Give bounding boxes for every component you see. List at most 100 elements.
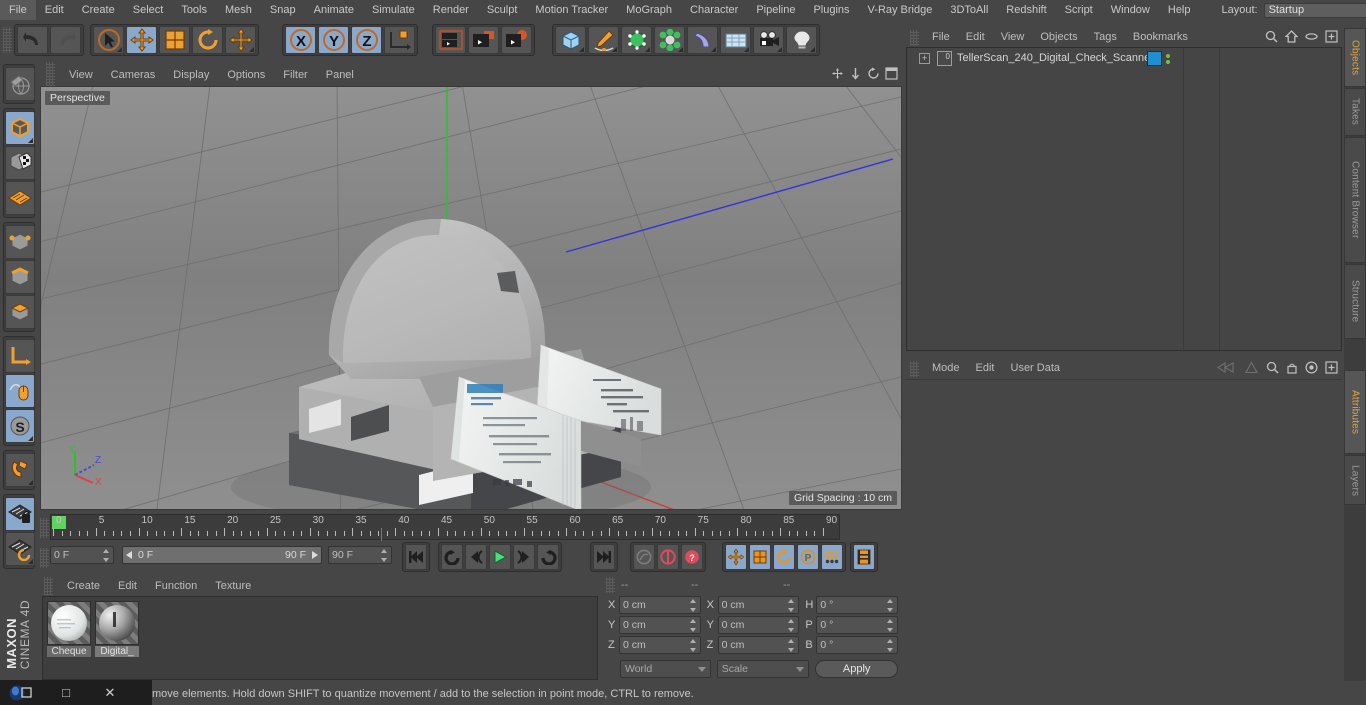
menu-item-character[interactable]: Character bbox=[681, 0, 747, 20]
menu-item-simulate[interactable]: Simulate bbox=[363, 0, 424, 20]
array-modeling-button[interactable] bbox=[654, 26, 685, 54]
size-x-field[interactable]: 0 cm bbox=[717, 595, 800, 614]
material-item[interactable]: Cheque bbox=[47, 601, 91, 657]
floor-scene-button[interactable] bbox=[720, 26, 751, 54]
autokey-button[interactable] bbox=[633, 544, 655, 570]
go-to-start-button[interactable] bbox=[405, 544, 427, 570]
menu-item-plugins[interactable]: Plugins bbox=[804, 0, 858, 20]
menu-item-user-data[interactable]: User Data bbox=[1003, 358, 1069, 379]
polygon-mode-button[interactable] bbox=[5, 295, 35, 329]
viewport-3d[interactable]: Perspective Grid Spacing : 10 cm Y Z X bbox=[40, 86, 902, 510]
undo-button[interactable] bbox=[17, 26, 48, 54]
menu-item-bookmarks[interactable]: Bookmarks bbox=[1125, 28, 1196, 47]
menu-item-help[interactable]: Help bbox=[1159, 0, 1200, 20]
redo-button[interactable] bbox=[50, 26, 81, 54]
rotation-p-field[interactable]: 0 ° bbox=[816, 615, 899, 634]
spinner-icon[interactable] bbox=[788, 618, 795, 632]
coordinate-system-dropdown[interactable]: World bbox=[620, 659, 711, 678]
key-point-level-animation-button[interactable] bbox=[821, 544, 843, 570]
menu-item-view[interactable]: View bbox=[60, 64, 102, 86]
material-grip[interactable] bbox=[44, 577, 53, 595]
enable-snapping-button[interactable] bbox=[5, 374, 35, 408]
step-back-button[interactable] bbox=[465, 544, 487, 570]
step-forward-button[interactable] bbox=[513, 544, 535, 570]
material-item[interactable]: Digital_ bbox=[95, 601, 139, 657]
menu-item-redshift[interactable]: Redshift bbox=[997, 0, 1055, 20]
spinner-icon[interactable] bbox=[788, 598, 795, 612]
timeline-view-button[interactable] bbox=[853, 544, 875, 570]
menu-item-edit[interactable]: Edit bbox=[109, 576, 146, 596]
spinner-icon[interactable] bbox=[689, 618, 697, 632]
dock-tab-layers[interactable]: Layers bbox=[1344, 455, 1366, 506]
axis-x-button[interactable]: X bbox=[285, 26, 316, 54]
toolbar-grip[interactable] bbox=[3, 27, 12, 53]
spinner-icon[interactable] bbox=[381, 549, 388, 562]
key-scale-button[interactable] bbox=[749, 544, 771, 570]
size-z-field[interactable]: 0 cm bbox=[717, 635, 800, 654]
apply-button[interactable]: Apply bbox=[815, 659, 898, 678]
texture-mode-button[interactable] bbox=[5, 146, 35, 180]
render-to-picture-viewer-button[interactable] bbox=[468, 26, 499, 54]
texture-axis-mode-button[interactable] bbox=[5, 67, 35, 101]
visibility-dots[interactable] bbox=[1166, 53, 1170, 64]
size-y-field[interactable]: 0 cm bbox=[717, 615, 800, 634]
add-panel-icon[interactable] bbox=[1325, 30, 1338, 43]
record-keyframe-button[interactable]: ? bbox=[681, 544, 703, 570]
rotation-h-field[interactable]: 0 ° bbox=[816, 595, 899, 614]
timeline-grip-2[interactable] bbox=[40, 548, 49, 568]
render-settings-button[interactable] bbox=[501, 26, 532, 54]
menu-item-create[interactable]: Create bbox=[58, 576, 109, 596]
menu-item-file[interactable]: File bbox=[924, 28, 958, 47]
menu-item-tags[interactable]: Tags bbox=[1086, 28, 1125, 47]
menu-item-panel[interactable]: Panel bbox=[317, 64, 363, 86]
range-left-arrow-icon[interactable] bbox=[126, 551, 134, 559]
key-rotation-button[interactable] bbox=[773, 544, 795, 570]
add-panel-icon[interactable] bbox=[1325, 361, 1338, 374]
search-icon[interactable] bbox=[1266, 361, 1279, 374]
history-forward-icon[interactable] bbox=[1244, 361, 1259, 374]
maximize-icon[interactable]: □ bbox=[44, 680, 88, 705]
dock-tab-objects[interactable]: Objects bbox=[1344, 28, 1366, 87]
home-icon[interactable] bbox=[1285, 30, 1298, 43]
position-z-field[interactable]: 0 cm bbox=[619, 635, 701, 654]
coordinates-grip[interactable] bbox=[606, 577, 615, 593]
cube-primitive-button[interactable] bbox=[555, 26, 586, 54]
record-active-objects-button[interactable] bbox=[657, 544, 679, 570]
go-to-end-button[interactable] bbox=[593, 544, 615, 570]
scale-tool[interactable] bbox=[159, 26, 190, 54]
menu-item-mode[interactable]: Mode bbox=[924, 358, 968, 379]
close-icon[interactable]: ✕ bbox=[88, 680, 132, 705]
soft-selection-button[interactable]: S bbox=[5, 409, 35, 443]
workplane-lock-button[interactable] bbox=[5, 497, 35, 531]
magnet-tool-button[interactable] bbox=[5, 453, 35, 487]
menu-item-view[interactable]: View bbox=[993, 28, 1033, 47]
current-frame-field[interactable]: 0 F bbox=[50, 546, 114, 564]
axis-z-button[interactable]: Z bbox=[351, 26, 382, 54]
position-y-field[interactable]: 0 cm bbox=[619, 615, 701, 634]
bend-deformer-button[interactable] bbox=[687, 26, 718, 54]
timeline-ruler[interactable]: 0 5 10 15 20 25 30 35 40 45 50 55 60 65 70 75 80 85 90 bbox=[50, 514, 840, 541]
menu-item-edit[interactable]: Edit bbox=[958, 28, 993, 47]
rotation-b-field[interactable]: 0 ° bbox=[816, 635, 899, 654]
history-back-icon[interactable] bbox=[1217, 361, 1237, 374]
object-mode-button[interactable] bbox=[5, 111, 35, 145]
spinner-icon[interactable] bbox=[103, 549, 110, 562]
play-forward-loop-button[interactable] bbox=[537, 544, 559, 570]
menu-item-tools[interactable]: Tools bbox=[172, 0, 216, 20]
rotate-view-icon[interactable] bbox=[867, 67, 880, 80]
spinner-icon[interactable] bbox=[689, 598, 697, 612]
expand-plus-icon[interactable]: + bbox=[919, 53, 930, 64]
pan-view-icon[interactable] bbox=[831, 67, 844, 80]
edge-mode-button[interactable] bbox=[5, 260, 35, 294]
material-thumbnail[interactable] bbox=[47, 601, 91, 645]
menu-item-edit[interactable]: Edit bbox=[36, 0, 73, 20]
spinner-icon[interactable] bbox=[689, 638, 697, 652]
viewport-grip[interactable] bbox=[46, 62, 55, 88]
menu-item-create[interactable]: Create bbox=[73, 0, 124, 20]
live-selection-tool[interactable] bbox=[93, 26, 124, 54]
dock-tab-takes[interactable]: Takes bbox=[1344, 87, 1366, 136]
menu-item-window[interactable]: Window bbox=[1102, 0, 1159, 20]
maximize-view-icon[interactable] bbox=[885, 67, 898, 80]
spinner-icon[interactable] bbox=[788, 638, 795, 652]
menu-item-animate[interactable]: Animate bbox=[305, 0, 363, 20]
